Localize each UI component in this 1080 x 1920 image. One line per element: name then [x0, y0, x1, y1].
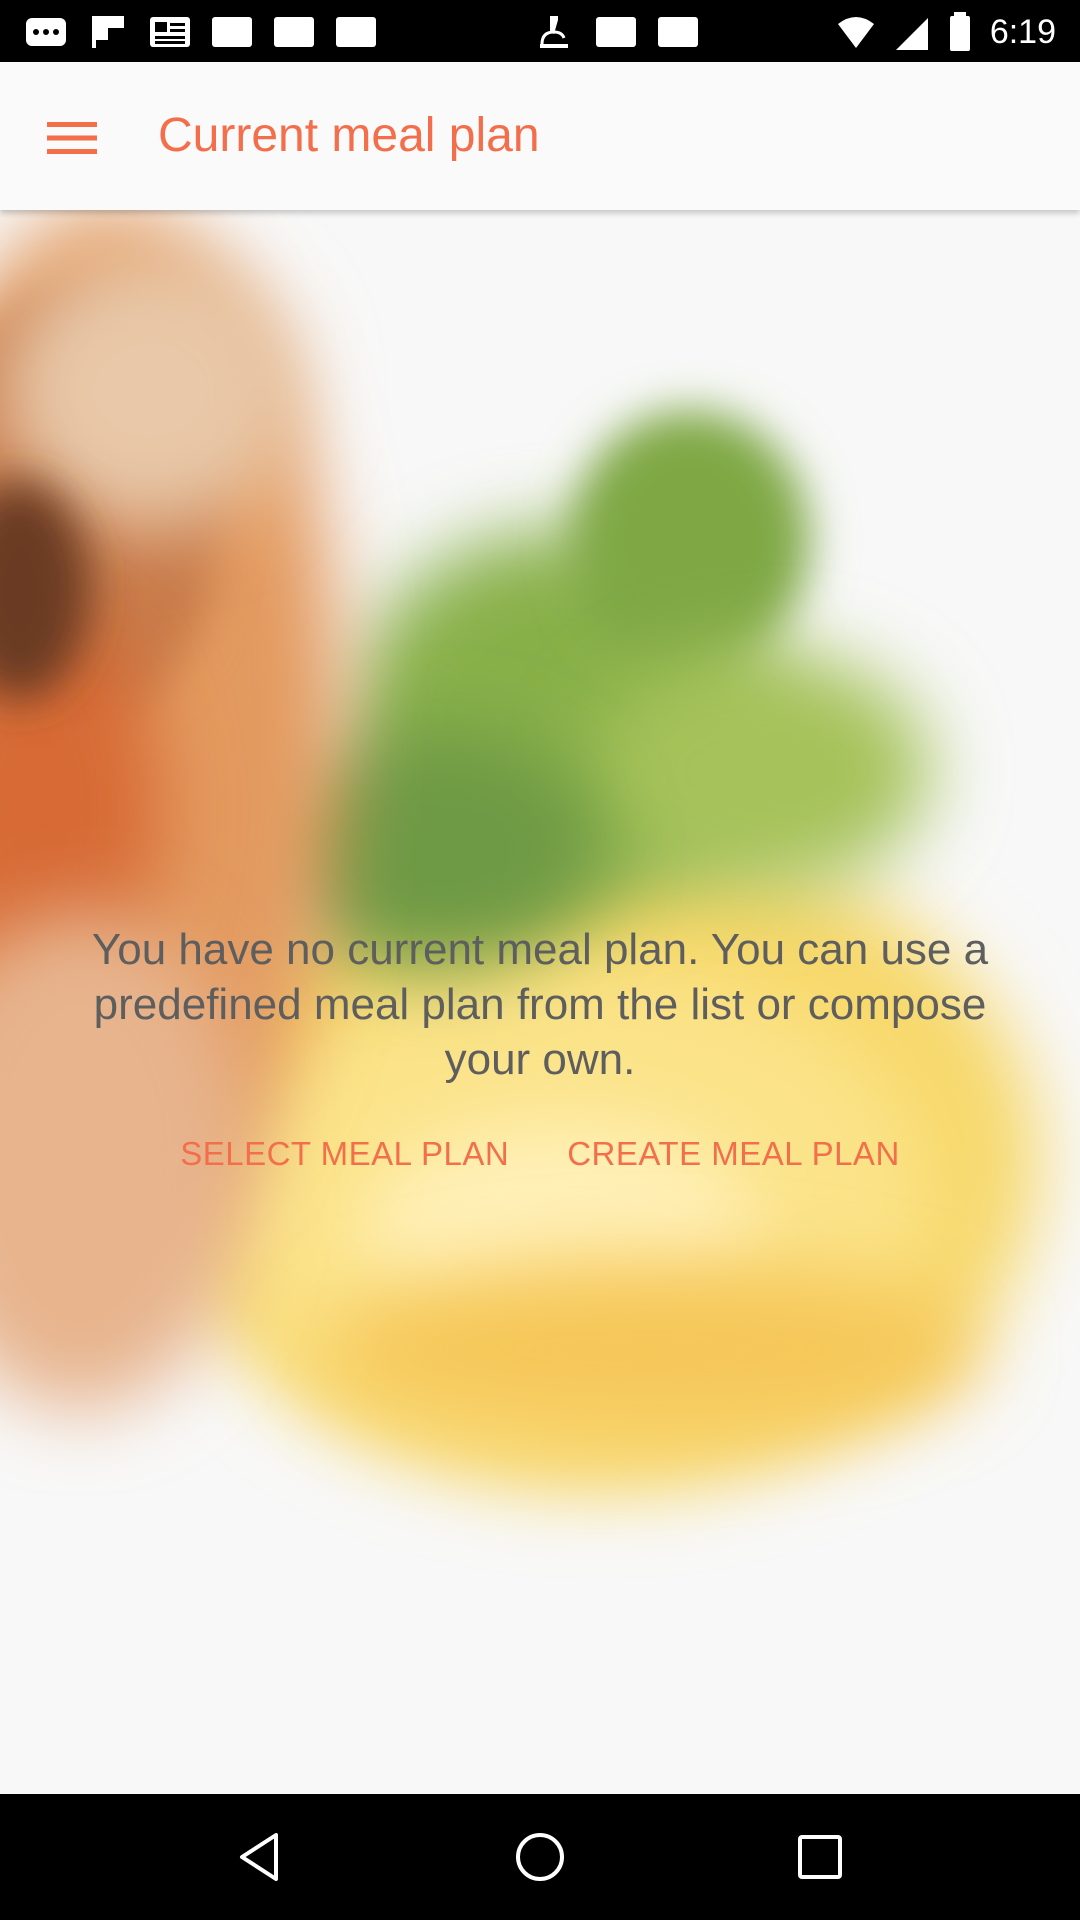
navigation-bar: [0, 1794, 1080, 1920]
square-icon: [658, 17, 698, 47]
app-bar: Current meal plan: [0, 62, 1080, 210]
news-icon: [150, 17, 190, 47]
menu-button[interactable]: [36, 102, 108, 174]
status-bar: 6:19: [0, 0, 1080, 62]
wifi-icon: [837, 17, 874, 48]
flipboard-icon: [92, 16, 124, 48]
recents-square-icon: [798, 1835, 842, 1879]
select-meal-plan-button[interactable]: SELECT MEAL PLAN: [178, 1127, 511, 1181]
empty-state-actions: SELECT MEAL PLAN CREATE MEAL PLAN: [0, 1127, 1080, 1181]
create-meal-plan-button[interactable]: CREATE MEAL PLAN: [565, 1127, 902, 1181]
square-icon: [212, 17, 252, 47]
hamburger-menu-icon: [47, 122, 97, 154]
microscope-icon: [540, 16, 568, 48]
page-title: Current meal plan: [158, 109, 540, 162]
back-button[interactable]: [215, 1812, 305, 1902]
home-button[interactable]: [495, 1812, 585, 1902]
empty-state-message: You have no current meal plan. You can u…: [91, 925, 989, 1084]
battery-icon: [949, 12, 970, 51]
more-icon: [26, 18, 66, 46]
signal-icon: [895, 18, 928, 50]
status-time: 6:19: [989, 12, 1056, 51]
square-icon: [596, 17, 636, 47]
square-icon: [274, 17, 314, 47]
recents-button[interactable]: [775, 1812, 865, 1902]
main-content: You have no current meal plan. You can u…: [0, 210, 1080, 1794]
home-circle-icon: [516, 1833, 564, 1881]
back-triangle-icon: [240, 1833, 278, 1881]
square-icon: [336, 17, 376, 47]
